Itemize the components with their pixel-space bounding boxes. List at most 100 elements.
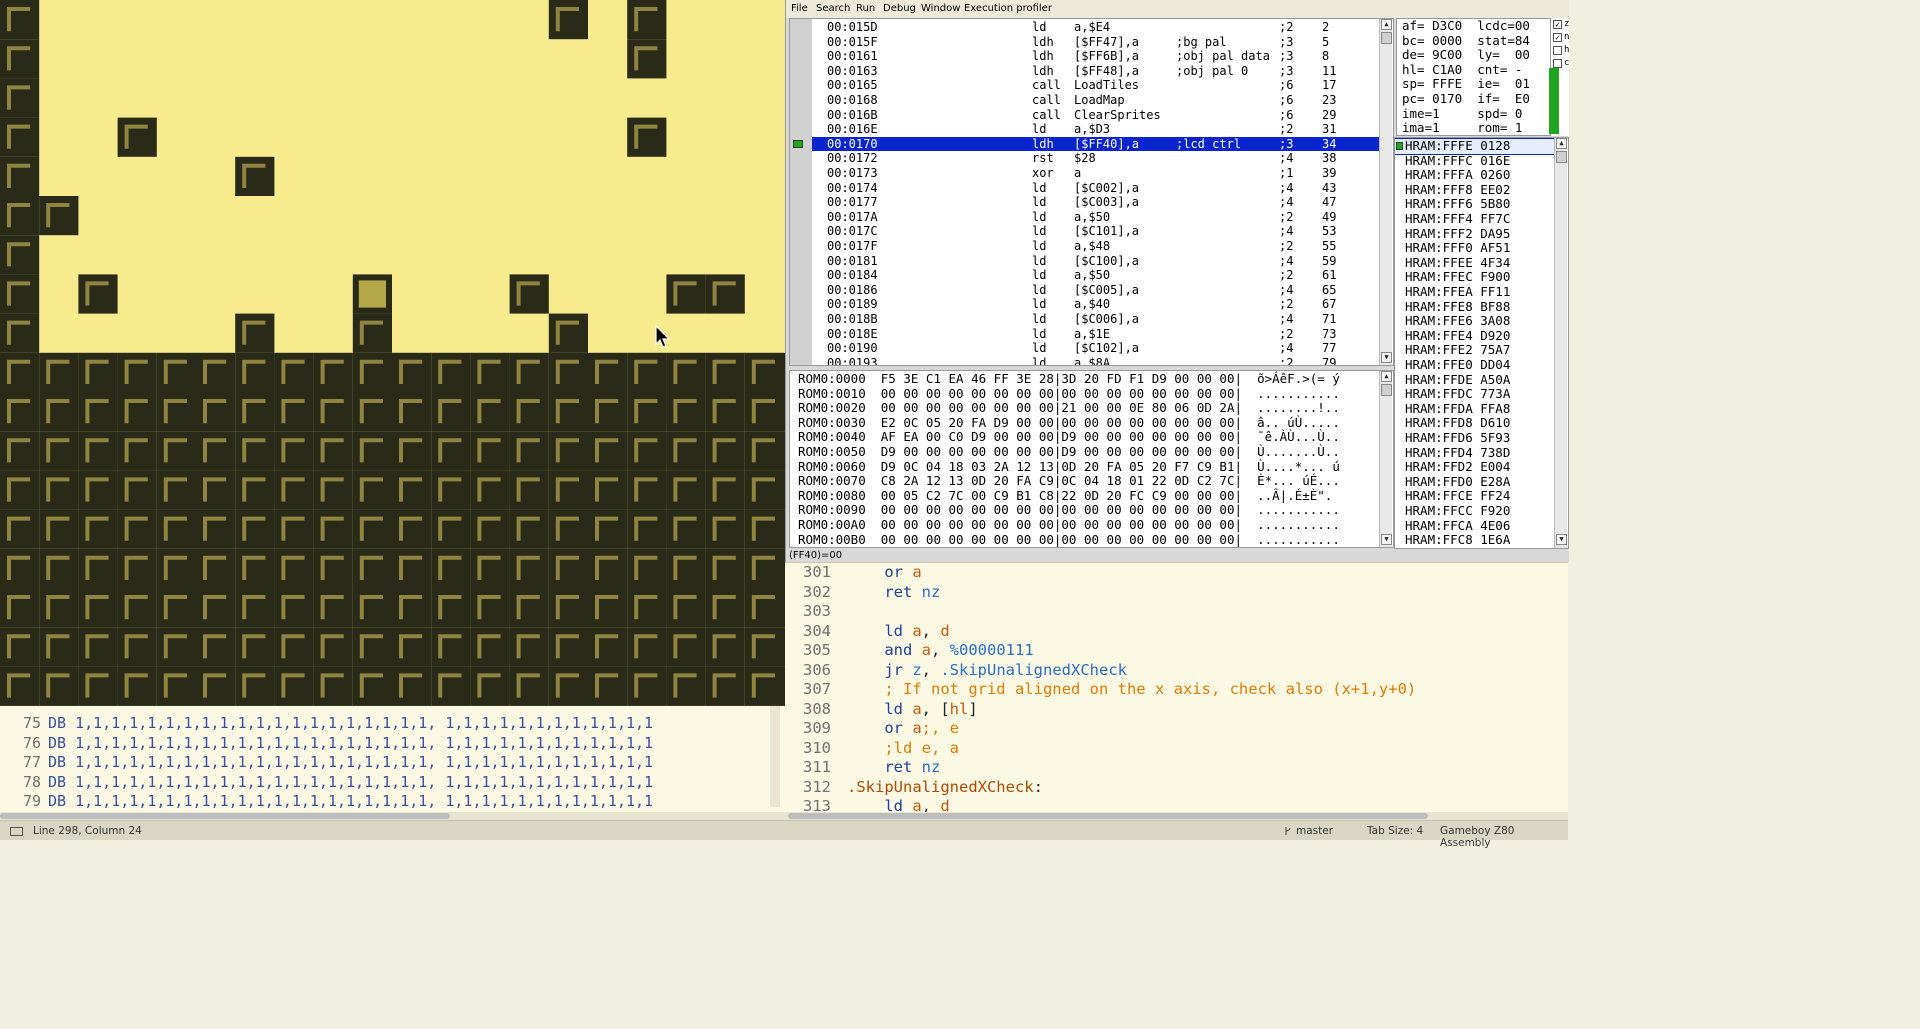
memory-row[interactable]: ROM0:0090 00 00 00 00 00 00 00 00|00 00 …	[798, 503, 1340, 518]
syntax-mode[interactable]: Gameboy Z80 Assembly	[1440, 825, 1568, 849]
scroll-up-arrow-icon[interactable]: ▲	[1556, 138, 1567, 149]
stack-entry[interactable]: HRAM:FFE6 3A08	[1395, 314, 1557, 329]
stack-entry[interactable]: HRAM:FFD6 5F93	[1395, 430, 1557, 446]
source-editor[interactable]: 301 or a 302 ret nz 303 304 ld a, d 305 and …	[785, 562, 1568, 812]
stack-entry[interactable]: HRAM:FFE8 BF88	[1395, 299, 1557, 315]
source-line[interactable]: 309 or a;, e	[785, 719, 1568, 739]
memory-row[interactable]: ROM0:0010 00 00 00 00 00 00 00 00|00 00 …	[798, 386, 1340, 402]
menu-run[interactable]: Run	[856, 3, 875, 14]
memory-row[interactable]: ROM0:0050 D9 00 00 00 00 00 00 00|D9 00 …	[798, 444, 1340, 460]
stack-entry[interactable]: HRAM:FFF4 FF7C	[1395, 211, 1557, 227]
source-line[interactable]: 77 DB 1,1,1,1,1,1,1,1,1,1,1,1,1,1,1,1,1,1…	[0, 752, 785, 772]
source-line[interactable]: 79 DB 1,1,1,1,1,1,1,1,1,1,1,1,1,1,1,1,1,1…	[0, 791, 785, 811]
stack-entry[interactable]: HRAM:FFD4 738D	[1395, 445, 1557, 461]
disasm-row[interactable]: 00:0186 ld [$C005],a ;4 65	[812, 283, 1382, 298]
disasm-row[interactable]: 00:0184 ld a,$50 ;2 61	[812, 268, 1382, 283]
memory-row[interactable]: ROM0:0020 00 00 00 00 00 00 00 00|21 00 …	[798, 401, 1340, 416]
scroll-up-arrow-icon[interactable]: ▲	[1381, 371, 1392, 382]
menu-execution-profiler[interactable]: Execution profiler	[964, 3, 1052, 14]
flag-z-checkbox[interactable]: ✓	[1553, 20, 1562, 29]
stack-entry[interactable]: HRAM:FFF6 5B80	[1395, 197, 1557, 212]
source-line[interactable]: 307 ; If not grid aligned on the x axis,…	[785, 680, 1568, 700]
stack-entry[interactable]: HRAM:FFCA 4E06	[1395, 518, 1557, 534]
scroll-down-arrow-icon[interactable]: ▼	[1556, 534, 1567, 545]
disasm-row[interactable]: 00:0173 xor a ;1 39	[812, 166, 1382, 181]
stack-entry[interactable]: HRAM:FFF0 AF51	[1395, 241, 1557, 256]
source-line[interactable]: 311 ret nz	[785, 758, 1568, 778]
stack-entry[interactable]: HRAM:FFDC 773A	[1395, 387, 1557, 402]
memory-row[interactable]: ROM0:0060 D9 0C 04 18 03 2A 12 13|0D 20 …	[798, 459, 1340, 475]
disasm-row[interactable]: 00:0163 ldh [$FF48],a ;obj pal 0 ;3 11	[812, 64, 1382, 79]
left-source-editor[interactable]: 75 DB 1,1,1,1,1,1,1,1,1,1,1,1,1,1,1,1,1,1…	[0, 705, 785, 820]
source-line[interactable]: 78 DB 1,1,1,1,1,1,1,1,1,1,1,1,1,1,1,1,1,1…	[0, 772, 785, 792]
disasm-row[interactable]: 00:0172 rst $28 ;4 38	[812, 151, 1382, 166]
flag-h-checkbox[interactable]	[1553, 46, 1562, 55]
source-line[interactable]: 313 ld a, d	[785, 797, 1568, 812]
scrollbar-thumb[interactable]	[1556, 151, 1567, 163]
disasm-row[interactable]: 00:017C ld [$C101],a ;4 53	[812, 224, 1382, 239]
source-line[interactable]: 306 jr z, .SkipUnalignedXCheck	[785, 661, 1568, 681]
source-line[interactable]: 302 ret nz	[785, 583, 1568, 603]
disasm-row[interactable]: 00:0189 ld a,$40 ;2 67	[812, 297, 1382, 312]
disasm-row[interactable]: 00:0181 ld [$C100],a ;4 59	[812, 254, 1382, 269]
stack-entry[interactable]: HRAM:FFEE 4F34	[1395, 255, 1557, 271]
stack-entry[interactable]: HRAM:FFFE 0128	[1395, 138, 1558, 155]
memory-row[interactable]: ROM0:00A0 00 00 00 00 00 00 00 00|00 00 …	[798, 517, 1340, 533]
flag-c-checkbox[interactable]	[1553, 59, 1562, 68]
memory-scrollbar[interactable]: ▲ ▼	[1379, 371, 1392, 547]
left-editor-vertical-scrollbar[interactable]	[770, 705, 780, 807]
disasm-row[interactable]: 00:015F ldh [$FF47],a ;bg pal ;3 5	[812, 35, 1382, 50]
scrollbar-thumb[interactable]	[788, 813, 1428, 819]
stack-entry[interactable]: HRAM:FFEA FF11	[1395, 284, 1557, 300]
source-line[interactable]: 301 or a	[785, 563, 1568, 583]
stack-scrollbar[interactable]: ▲ ▼	[1554, 138, 1567, 548]
disasm-row[interactable]: 00:0168 call LoadMap ;6 23	[812, 93, 1382, 108]
disasm-row[interactable]: 00:0165 call LoadTiles ;6 17	[812, 78, 1382, 93]
stack-entry[interactable]: HRAM:FFE0 DD04	[1395, 357, 1557, 373]
scroll-down-arrow-icon[interactable]: ▼	[1381, 534, 1392, 545]
stack-entry[interactable]: HRAM:FFF8 EE02	[1395, 182, 1557, 198]
memory-row[interactable]: ROM0:0070 C8 2A 12 13 0D 20 FA C9|0C 04 …	[798, 474, 1340, 489]
menu-file[interactable]: File	[791, 3, 808, 14]
stack-entry[interactable]: HRAM:FFD2 E004	[1395, 460, 1557, 475]
stack-entry[interactable]: HRAM:FFCC F920	[1395, 503, 1557, 519]
menu-debug[interactable]: Debug	[883, 3, 916, 14]
tab-size[interactable]: Tab Size: 4	[1367, 825, 1423, 837]
breakpoint-gutter[interactable]	[790, 19, 812, 365]
source-line[interactable]: 304 ld a, d	[785, 622, 1568, 642]
scrollbar-thumb[interactable]	[1381, 384, 1392, 396]
disasm-row[interactable]: 00:0177 ld [$C003],a ;4 47	[812, 195, 1382, 210]
menu-window[interactable]: Window	[921, 3, 960, 14]
stack-entry[interactable]: HRAM:FFD8 D610	[1395, 416, 1557, 431]
memory-row[interactable]: ROM0:0080 00 05 C2 7C 00 C9 B1 C8|22 0D …	[798, 488, 1332, 504]
flag-n-checkbox[interactable]: ✓	[1553, 33, 1562, 42]
disassembly-view[interactable]: 00:015D ld a,$E4 ;2 2 00:015F ldh [$FF47],a ;bg …	[789, 18, 1394, 366]
stack-entry[interactable]: HRAM:FFEC F900	[1395, 270, 1557, 285]
source-line[interactable]: 303	[785, 602, 1568, 622]
scrollbar-thumb[interactable]	[1381, 32, 1392, 44]
source-line[interactable]: 310 ;ld e, a	[785, 739, 1568, 759]
stack-entry[interactable]: HRAM:FFF2 DA95	[1395, 226, 1557, 242]
current-instruction-row[interactable]: 00:0170 ldh [$FF40],a ;lcd ctrl ;3 34	[812, 136, 1382, 152]
disasm-row[interactable]: 00:018E ld a,$1E ;2 73	[812, 327, 1382, 342]
editor-horizontal-scrollbar[interactable]	[785, 812, 1568, 820]
disasm-row[interactable]: 00:016B call ClearSprites ;6 29	[812, 108, 1382, 123]
git-branch[interactable]: master	[1296, 825, 1333, 837]
disasm-row[interactable]: 00:0161 ldh [$FF6B],a ;obj pal data ;3 8	[812, 49, 1382, 64]
disasm-row[interactable]: 00:0174 ld [$C002],a ;4 43	[812, 181, 1382, 196]
stack-entry[interactable]: HRAM:FFC8 1E6A	[1395, 533, 1557, 548]
disasm-row[interactable]: 00:016E ld a,$D3 ;2 31	[812, 122, 1382, 137]
stack-entry[interactable]: HRAM:FFD0 E28A	[1395, 474, 1557, 490]
memory-row[interactable]: ROM0:0030 E2 0C 05 20 FA D9 00 00|00 00 …	[798, 415, 1340, 431]
source-line[interactable]: 308 ld a, [hl]	[785, 700, 1568, 720]
memory-row[interactable]: ROM0:00B0 00 00 00 00 00 00 00 00|00 00 …	[798, 532, 1340, 547]
monitor-icon[interactable]	[10, 827, 23, 836]
menu-search[interactable]: Search	[816, 3, 850, 14]
disasm-row[interactable]: 00:015D ld a,$E4 ;2 2	[812, 20, 1382, 35]
source-line[interactable]: 76 DB 1,1,1,1,1,1,1,1,1,1,1,1,1,1,1,1,1,1…	[0, 733, 785, 753]
source-line[interactable]: 305 and a, %00000111	[785, 641, 1568, 661]
cursor-position[interactable]: Line 298, Column 24	[33, 825, 142, 837]
scrollbar-thumb[interactable]	[0, 813, 450, 819]
stack-view[interactable]: HRAM:FFFE 0128 HRAM:FFFC 016E HRAM:FFFA 02…	[1394, 137, 1569, 549]
stack-entry[interactable]: HRAM:FFCE FF24	[1395, 489, 1557, 504]
